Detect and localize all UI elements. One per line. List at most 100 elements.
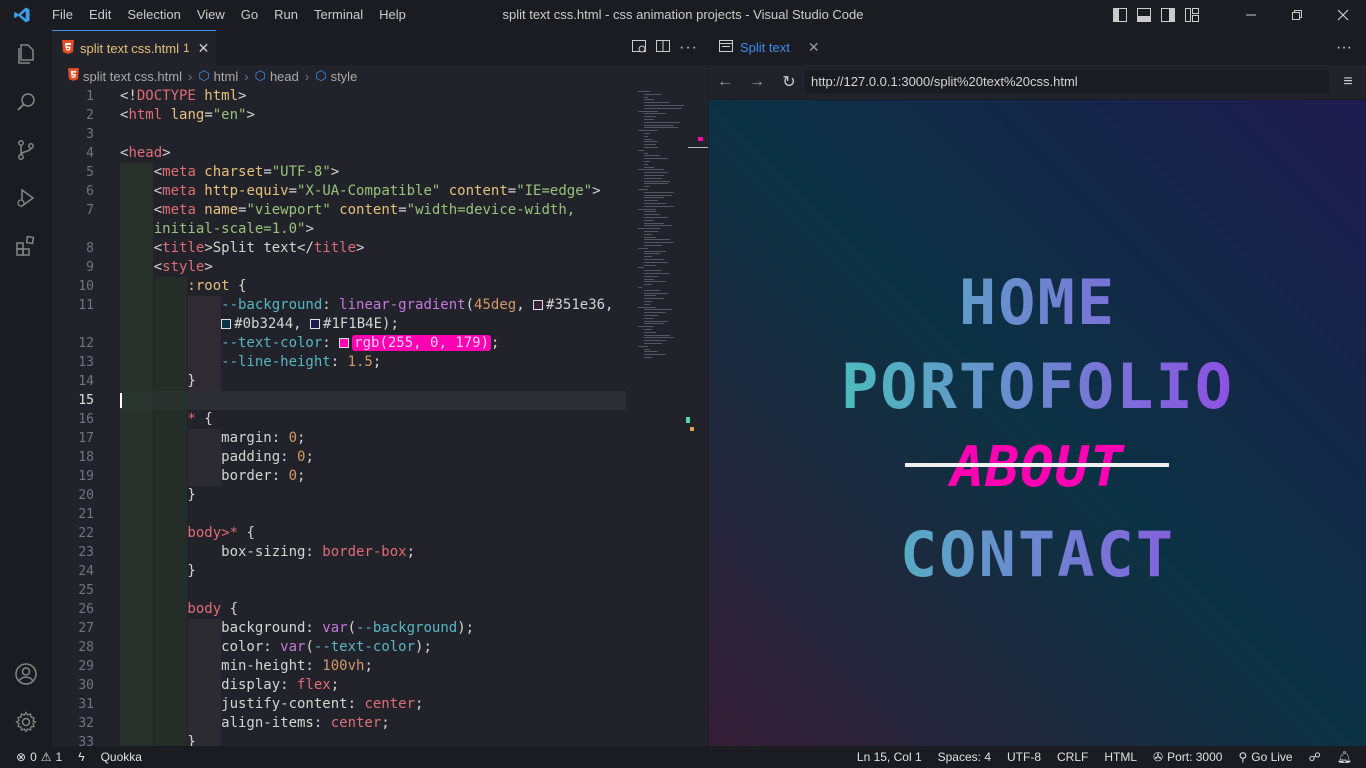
end-of-line[interactable]: CRLF	[1049, 746, 1096, 768]
menu-file[interactable]: File	[44, 0, 81, 30]
code-line: 15	[52, 391, 632, 410]
more-actions-icon[interactable]: ···	[679, 39, 698, 57]
line-number: 9	[86, 260, 94, 275]
split-editor-icon[interactable]	[655, 38, 671, 57]
link-home[interactable]: HOME	[709, 272, 1366, 334]
code-line: 16 * {	[52, 410, 632, 429]
code-line: 14 }	[52, 372, 632, 391]
account-icon[interactable]	[0, 650, 52, 698]
code-token: >Split text</	[204, 240, 314, 256]
editor-tab-split-text-css[interactable]: split text css.html 1 ✕	[52, 30, 216, 65]
language-mode[interactable]: HTML	[1096, 746, 1145, 768]
tab-close-icon[interactable]: ✕	[808, 39, 820, 56]
code-text: display: flex;	[120, 676, 339, 695]
editor-scrollbar[interactable]	[686, 87, 708, 746]
code-text: :root {	[120, 277, 246, 296]
menu-run[interactable]: Run	[266, 0, 306, 30]
minimap-line	[644, 121, 680, 123]
restore-button[interactable]	[1274, 0, 1320, 30]
code-token: =	[288, 183, 298, 199]
settings-gear-icon[interactable]	[0, 698, 52, 746]
feedback-icon[interactable]: ☍	[1301, 746, 1329, 768]
toggle-panel-icon[interactable]	[1132, 0, 1156, 30]
code-token: ;	[372, 354, 382, 370]
url-field[interactable]: http://127.0.0.1:3000/split%20text%20css…	[805, 70, 1329, 94]
link-portofolio[interactable]: PORTOFOLIO	[709, 356, 1366, 418]
line-number: 3	[86, 127, 94, 142]
live-server-port[interactable]: ✇ Port: 3000	[1145, 746, 1230, 768]
cursor-position[interactable]: Ln 15, Col 1	[849, 746, 930, 768]
editor-actions: ···	[631, 30, 698, 65]
minimap[interactable]	[632, 87, 692, 746]
breadcrumb-style[interactable]: style	[331, 69, 358, 84]
menu-help[interactable]: Help	[371, 0, 414, 30]
more-actions-icon[interactable]: ···	[1336, 30, 1352, 65]
breadcrumb-head[interactable]: head	[270, 69, 299, 84]
code-token: :	[322, 335, 340, 351]
code-editor[interactable]: 1 <!DOCTYPE html> 2 <html lang="en"> 3 4 <head…	[52, 87, 632, 746]
toggle-secondary-sidebar-icon[interactable]	[1156, 0, 1180, 30]
code-token: >	[592, 183, 601, 199]
minimap-line	[644, 301, 652, 302]
hamburger-menu-icon[interactable]: ≡	[1336, 70, 1360, 94]
code-token: "IE=edge"	[516, 183, 593, 199]
code-line: 17 margin: 0;	[52, 429, 632, 448]
source-control-icon[interactable]	[0, 126, 52, 174]
run-debug-icon[interactable]	[0, 174, 52, 222]
preview-tab[interactable]: Split text ✕	[709, 30, 829, 65]
title-bar: File Edit Selection View Go Run Terminal…	[0, 0, 1366, 30]
code-token: >	[204, 259, 213, 275]
menu-go[interactable]: Go	[233, 0, 266, 30]
quokka-status[interactable]: Quokka	[93, 746, 150, 768]
minimize-button[interactable]	[1228, 0, 1274, 30]
code-text: * {	[120, 410, 212, 429]
breadcrumb-html[interactable]: html	[214, 69, 239, 84]
menu-bar: File Edit Selection View Go Run Terminal…	[44, 0, 414, 30]
minimap-line	[644, 278, 654, 280]
line-number: 14	[78, 374, 94, 389]
minimap-line	[644, 180, 670, 182]
encoding[interactable]: UTF-8	[999, 746, 1049, 768]
notifications-bell-icon[interactable]: 🔔︎	[1329, 746, 1360, 768]
toggle-sidebar-icon[interactable]	[1108, 0, 1132, 30]
code-line: 27 background: var(--background);	[52, 619, 632, 638]
line-number: 7	[86, 203, 94, 218]
line-number: 17	[78, 431, 94, 446]
code-line: 5 <meta charset="UTF-8">	[52, 163, 632, 182]
menu-selection[interactable]: Selection	[119, 0, 188, 30]
explorer-icon[interactable]	[0, 30, 52, 78]
tab-close-icon[interactable]: ✕	[198, 40, 210, 57]
line-number: 25	[78, 583, 94, 598]
link-contact[interactable]: CONTACT	[709, 524, 1366, 586]
problems-indicator[interactable]: ⊗ 0 ⚠ 1	[0, 746, 70, 768]
code-token: <	[120, 202, 163, 218]
back-arrow-icon[interactable]: ←	[709, 65, 741, 99]
forward-arrow-icon[interactable]: →	[741, 65, 773, 99]
indentation[interactable]: Spaces: 4	[930, 746, 999, 768]
go-live[interactable]: ⚲ Go Live	[1230, 746, 1300, 768]
reload-icon[interactable]: ↻	[773, 65, 805, 99]
menu-edit[interactable]: Edit	[81, 0, 119, 30]
minimap-line	[644, 231, 658, 232]
line-number: 12	[78, 336, 94, 351]
close-button[interactable]	[1320, 0, 1366, 30]
open-preview-icon[interactable]	[631, 38, 647, 57]
code-token: :root	[120, 278, 230, 294]
code-token: title	[313, 240, 357, 256]
customize-layout-icon[interactable]	[1180, 0, 1204, 30]
menu-terminal[interactable]: Terminal	[306, 0, 371, 30]
code-line: 19 border: 0;	[52, 467, 632, 486]
minimap-line	[644, 119, 654, 120]
search-icon[interactable]	[0, 78, 52, 126]
breadcrumb-file[interactable]: split text css.html	[83, 69, 182, 84]
extensions-icon[interactable]	[0, 222, 52, 270]
link-about[interactable]: ABOUT	[709, 440, 1366, 496]
minimap-line	[644, 292, 668, 294]
minimap-line	[644, 270, 662, 272]
code-text: align-items: center;	[120, 714, 390, 733]
code-line: 3	[52, 125, 632, 144]
menu-view[interactable]: View	[189, 0, 233, 30]
code-token: center	[364, 696, 416, 712]
lightning-icon[interactable]: ϟ	[70, 746, 92, 768]
minimap-line	[644, 225, 672, 227]
